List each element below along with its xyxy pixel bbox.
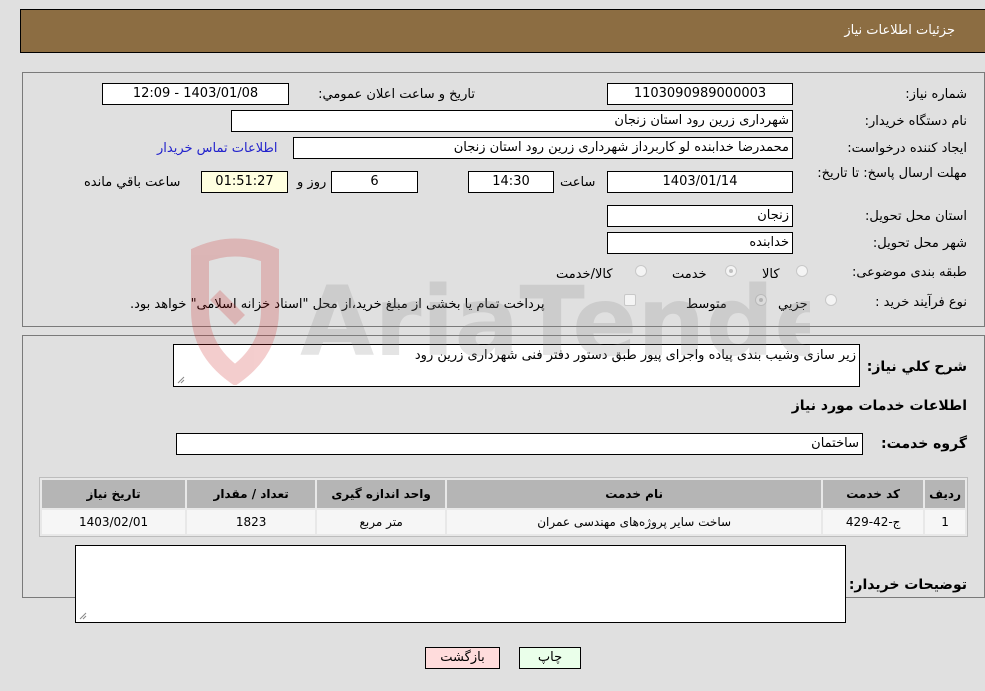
col-quantity: تعداد / مقدار	[187, 480, 316, 508]
deadline-label: مهلت ارسال پاسخ: تا تاریخ:	[817, 166, 967, 181]
purchase-type-radio-medium[interactable]	[755, 294, 767, 306]
services-table: ردیف کد خدمت نام خدمت واحد اندازه گیری ت…	[39, 477, 968, 537]
page-header: جزئیات اطلاعات نیاز	[20, 9, 985, 53]
buyer-org-field: شهرداری زرین رود استان زنجان	[231, 110, 793, 132]
category-radio-goods[interactable]	[796, 265, 808, 277]
category-option-service: خدمت	[672, 267, 707, 282]
cell-unit: متر مربع	[317, 510, 446, 534]
days-label: روز و	[297, 175, 327, 190]
cell-service-code: ج-42-429	[823, 510, 924, 534]
table-header-row: ردیف کد خدمت نام خدمت واحد اندازه گیری ت…	[42, 480, 965, 508]
remaining-days-field: 6	[331, 171, 418, 193]
description-label: شرح کلي نیاز:	[866, 359, 967, 375]
cell-service-name: ساخت سایر پروژه‌های مهندسی عمران	[447, 510, 822, 534]
print-button[interactable]: چاپ	[519, 647, 581, 669]
cell-row-number: 1	[925, 510, 965, 534]
treasury-checkbox[interactable]	[624, 294, 636, 306]
remaining-time-field: 01:51:27	[201, 171, 288, 193]
buyer-org-label: نام دستگاه خریدار:	[864, 114, 967, 129]
purchase-type-option-minor: جزيي	[778, 297, 808, 312]
service-group-field: ساختمان	[176, 433, 863, 455]
col-unit: واحد اندازه گیری	[317, 480, 446, 508]
deadline-time-field: 14:30	[468, 171, 554, 193]
category-radio-service[interactable]	[725, 265, 737, 277]
category-option-goods-service: کالا/خدمت	[556, 267, 613, 282]
purchase-type-label: نوع فرآیند خرید :	[875, 295, 967, 310]
delivery-city-label: شهر محل تحویل:	[872, 236, 967, 251]
buyer-notes-textarea[interactable]	[75, 545, 846, 623]
col-need-date: تاریخ نیاز	[42, 480, 186, 508]
delivery-city-field: خدابنده	[607, 232, 793, 254]
treasury-note: پرداخت تمام یا بخشی از مبلغ خرید،از محل …	[130, 297, 545, 312]
description-text: زیر سازی وشیب بندی پیاده واجرای پیور طبق…	[414, 348, 856, 363]
services-table-wrapper: ردیف کد خدمت نام خدمت واحد اندازه گیری ت…	[39, 477, 968, 537]
category-option-goods: کالا	[762, 267, 780, 282]
category-label: طبقه بندی موضوعی:	[851, 265, 967, 280]
category-radio-goods-service[interactable]	[635, 265, 647, 277]
purchase-type-option-medium: متوسط	[686, 297, 727, 312]
back-button[interactable]: بازگشت	[425, 647, 500, 669]
col-row-number: ردیف	[925, 480, 965, 508]
deadline-date-field: 1403/01/14	[607, 171, 793, 193]
announce-datetime-field: 1403/01/08 - 12:09	[102, 83, 289, 105]
col-service-name: نام خدمت	[447, 480, 822, 508]
need-number-field: 1103090989000003	[607, 83, 793, 105]
remaining-time-label: ساعت باقي مانده	[84, 175, 181, 190]
cell-quantity: 1823	[187, 510, 316, 534]
resize-handle-icon[interactable]	[79, 612, 87, 620]
buyer-contact-link[interactable]: اطلاعات تماس خریدار	[157, 141, 277, 156]
col-service-code: کد خدمت	[823, 480, 924, 508]
cell-need-date: 1403/02/01	[42, 510, 186, 534]
service-group-label: گروه خدمت:	[881, 436, 967, 452]
table-row: 1 ج-42-429 ساخت سایر پروژه‌های مهندسی عم…	[42, 510, 965, 534]
delivery-province-label: استان محل تحویل:	[865, 209, 967, 224]
resize-handle-icon[interactable]	[177, 376, 185, 384]
purchase-type-radio-minor[interactable]	[825, 294, 837, 306]
requester-label: ایجاد کننده درخواست:	[847, 141, 967, 156]
delivery-province-field: زنجان	[607, 205, 793, 227]
buyer-notes-label: توضیحات خریدار:	[848, 577, 967, 593]
announce-datetime-label: تاریخ و ساعت اعلان عمومي:	[318, 87, 475, 102]
page-title: جزئیات اطلاعات نیاز	[844, 23, 955, 38]
services-section-title: اطلاعات خدمات مورد نیاز	[791, 398, 967, 414]
need-number-label: شماره نیاز:	[905, 87, 967, 102]
requester-field: محمدرضا خدابنده لو کاربرداز شهرداری زرین…	[293, 137, 793, 159]
deadline-time-label: ساعت	[560, 175, 596, 190]
description-textarea[interactable]: زیر سازی وشیب بندی پیاده واجرای پیور طبق…	[173, 344, 860, 387]
